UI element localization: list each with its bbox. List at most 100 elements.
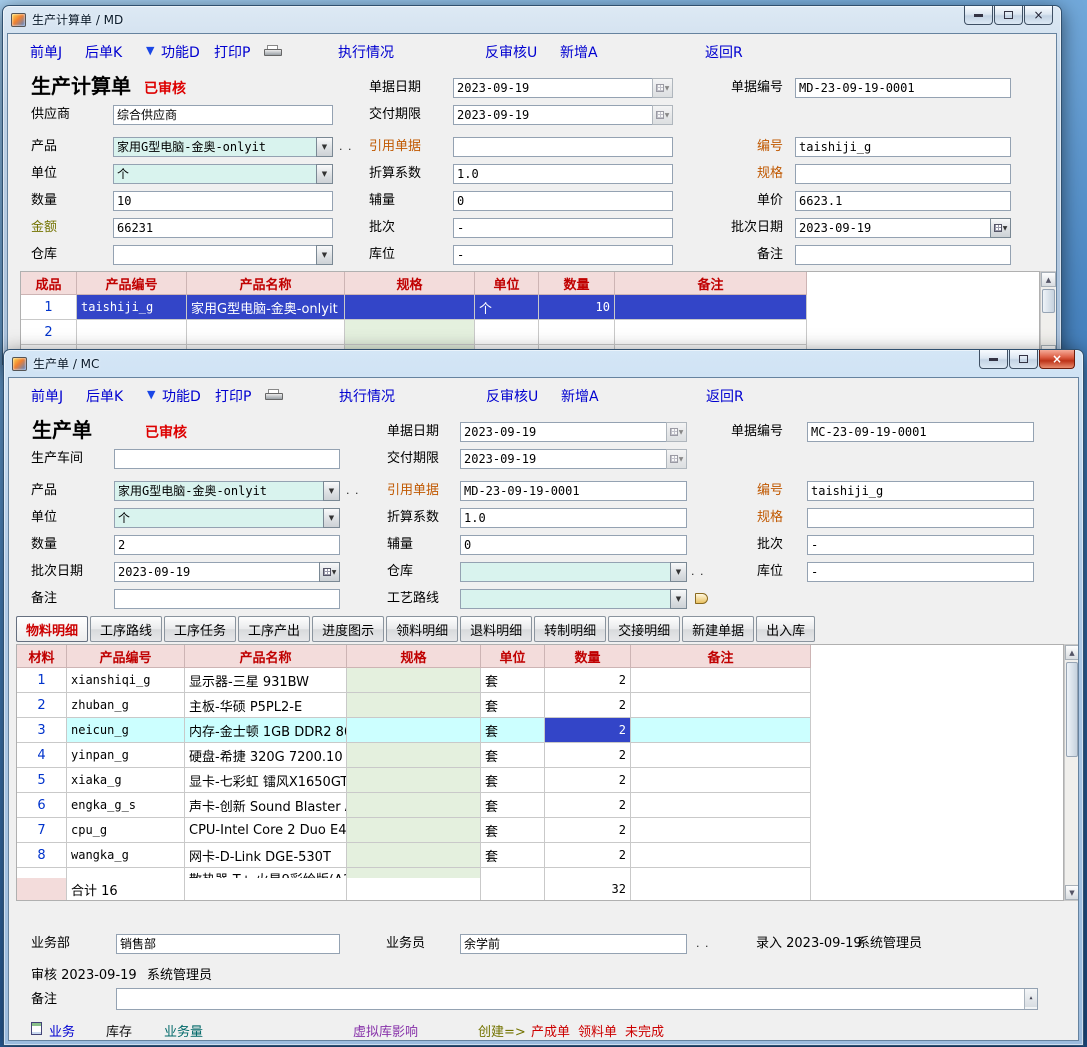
code-input[interactable]: taishiji_g: [795, 137, 1011, 157]
doc-number-input[interactable]: MC-23-09-19-0001: [807, 422, 1034, 442]
note-input[interactable]: [114, 589, 340, 609]
picking-doc-link[interactable]: 领料单: [578, 1021, 617, 1040]
location-input[interactable]: -: [453, 245, 673, 265]
scroll-down-button[interactable]: ▼: [1065, 885, 1079, 900]
table-row[interactable]: 1 taishiji_g 家用G型电脑-金奥-onlyit 个 10: [21, 295, 1039, 320]
warehouse-combobox[interactable]: ▼: [113, 245, 333, 265]
footer-note-input[interactable]: ▲ ▼: [116, 988, 1038, 1010]
factor-input[interactable]: 1.0: [460, 508, 687, 528]
qty-input[interactable]: 2: [114, 535, 340, 555]
unit-value[interactable]: 个: [113, 164, 316, 184]
factor-input[interactable]: 1.0: [453, 164, 673, 184]
printer-icon[interactable]: [264, 45, 282, 58]
scroll-up-button[interactable]: ▲: [1041, 272, 1056, 287]
note-mini-scrollbar[interactable]: ▲ ▼: [1024, 989, 1037, 1009]
warehouse-picker-dots[interactable]: . .: [691, 565, 705, 578]
return-button[interactable]: 返回R: [706, 386, 744, 406]
return-button[interactable]: 返回R: [705, 42, 743, 62]
md-titlebar[interactable]: 生产计算单 / MD: [3, 6, 1061, 33]
dropdown-button[interactable]: ▼: [316, 137, 333, 157]
spec-input[interactable]: [795, 164, 1011, 184]
ref-doc-input[interactable]: MD-23-09-19-0001: [460, 481, 687, 501]
table-row[interactable]: 2 zhuban_g 主板-华硕 P5PL2-E 套 2: [17, 693, 1063, 718]
scroll-up-button[interactable]: ▲: [1025, 989, 1037, 1007]
md-table-scrollbar[interactable]: ▲ ▼: [1040, 271, 1057, 360]
batch-input[interactable]: -: [453, 218, 673, 238]
aux-qty-input[interactable]: 0: [460, 535, 687, 555]
supplier-input[interactable]: 综合供应商: [113, 105, 333, 125]
minimize-button[interactable]: [979, 350, 1008, 369]
warehouse-combobox[interactable]: ▼: [460, 562, 687, 582]
cell-qty-selected[interactable]: 2: [545, 718, 631, 743]
close-button[interactable]: ×: [1039, 350, 1075, 369]
warehouse-value[interactable]: [460, 562, 670, 582]
table-row[interactable]: 5 xiaka_g 显卡-七彩虹 镭风X1650GT-G 套 2: [17, 768, 1063, 793]
tab-picking-detail[interactable]: 领料明细: [386, 616, 458, 642]
print-button[interactable]: 打印P: [214, 42, 250, 62]
doc-number-input[interactable]: MD-23-09-19-0001: [795, 78, 1011, 98]
doc-date-picker[interactable]: 2023-09-19 ▼: [453, 78, 673, 98]
process-route-combobox[interactable]: ▼: [460, 589, 687, 609]
salesman-input[interactable]: 余学前: [460, 934, 687, 954]
calendar-button[interactable]: ▼: [652, 78, 673, 98]
batch-date-picker[interactable]: 2023-09-19 ▼: [114, 562, 340, 582]
tab-transfer-detail[interactable]: 转制明细: [534, 616, 606, 642]
calendar-button[interactable]: ▼: [666, 449, 687, 469]
scrollbar-thumb[interactable]: [1066, 662, 1078, 757]
business-link[interactable]: 业务: [49, 1021, 75, 1040]
add-new-button[interactable]: 新增A: [561, 386, 599, 406]
minimize-button[interactable]: [964, 6, 993, 25]
qty-input[interactable]: 10: [113, 191, 333, 211]
business-volume-link[interactable]: 业务量: [164, 1021, 203, 1040]
route-pointer-icon[interactable]: [695, 593, 708, 604]
deadline-value[interactable]: 2023-09-19: [453, 105, 652, 125]
table-row-partial[interactable]: 散热器-T+ 火星9彩绘版(A30: [17, 868, 1063, 878]
table-row[interactable]: 7 cpu_g CPU-Intel Core 2 Duo E43 套 2: [17, 818, 1063, 843]
scrollbar-thumb[interactable]: [1042, 289, 1055, 313]
batch-input[interactable]: -: [807, 535, 1034, 555]
note-input[interactable]: [795, 245, 1011, 265]
warehouse-value[interactable]: [113, 245, 316, 265]
mc-titlebar[interactable]: 生产单 / MC: [4, 350, 1083, 377]
calendar-button[interactable]: ▼: [990, 218, 1011, 238]
finished-doc-link[interactable]: 产成单: [531, 1021, 570, 1040]
tab-process-task[interactable]: 工序任务: [164, 616, 236, 642]
tab-in-out-stock[interactable]: 出入库: [756, 616, 815, 642]
tab-handover-detail[interactable]: 交接明细: [608, 616, 680, 642]
unit-value[interactable]: 个: [114, 508, 323, 528]
next-doc-button[interactable]: 后单K: [86, 386, 123, 406]
location-input[interactable]: -: [807, 562, 1034, 582]
table-row-current[interactable]: 3 neicun_g 内存-金士顿 1GB DDR2 800 套 2: [17, 718, 1063, 743]
unaudit-button[interactable]: 反审核U: [486, 386, 538, 406]
mc-table-scrollbar[interactable]: ▲ ▼: [1064, 644, 1079, 901]
product-picker-dots[interactable]: . .: [346, 484, 360, 497]
tab-new-doc[interactable]: 新建单据: [682, 616, 754, 642]
product-combobox[interactable]: 家用G型电脑-金奥-onlyit ▼: [113, 137, 333, 157]
maximize-button[interactable]: [1009, 350, 1038, 369]
scrollbar-track[interactable]: [1065, 660, 1079, 885]
add-new-button[interactable]: 新增A: [560, 42, 598, 62]
doc-date-picker[interactable]: 2023-09-19 ▼: [460, 422, 687, 442]
dept-input[interactable]: 销售部: [116, 934, 340, 954]
prev-doc-button[interactable]: 前单J: [31, 386, 63, 406]
tab-process-output[interactable]: 工序产出: [238, 616, 310, 642]
product-value[interactable]: 家用G型电脑-金奥-onlyit: [113, 137, 316, 157]
tab-return-detail[interactable]: 退料明细: [460, 616, 532, 642]
ref-doc-input[interactable]: [453, 137, 673, 157]
next-doc-button[interactable]: 后单K: [85, 42, 122, 62]
doc-date-value[interactable]: 2023-09-19: [460, 422, 666, 442]
table-row[interactable]: 6 engka_g_s 声卡-创新 Sound Blaster A 套 2: [17, 793, 1063, 818]
functions-button[interactable]: 功能D: [162, 386, 201, 406]
product-value[interactable]: 家用G型电脑-金奥-onlyit: [114, 481, 323, 501]
print-button[interactable]: 打印P: [215, 386, 251, 406]
functions-button[interactable]: 功能D: [161, 42, 200, 62]
product-picker-dots[interactable]: . .: [339, 140, 353, 153]
maximize-button[interactable]: [994, 6, 1023, 25]
code-input[interactable]: taishiji_g: [807, 481, 1034, 501]
deadline-picker[interactable]: 2023-09-19 ▼: [453, 105, 673, 125]
batch-date-value[interactable]: 2023-09-19: [114, 562, 319, 582]
scroll-down-button[interactable]: ▼: [1025, 1007, 1037, 1010]
deadline-picker[interactable]: 2023-09-19 ▼: [460, 449, 687, 469]
dropdown-button[interactable]: ▼: [316, 164, 333, 184]
table-row[interactable]: 1 xianshiqi_g 显示器-三星 931BW 套 2: [17, 668, 1063, 693]
